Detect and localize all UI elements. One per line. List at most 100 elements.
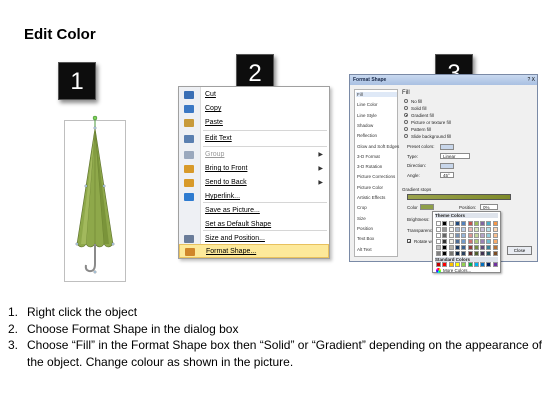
rotate-checkbox[interactable]: ✓	[407, 239, 411, 244]
menu-item-send-to-back[interactable]: Send to Back ▶	[179, 176, 329, 190]
color-swatch[interactable]	[436, 233, 441, 238]
nav-item-size[interactable]: Size	[357, 216, 366, 221]
color-swatch[interactable]	[480, 245, 486, 250]
color-swatch[interactable]	[454, 227, 460, 232]
window-buttons[interactable]: ? X	[527, 76, 535, 84]
standard-color-swatch[interactable]	[492, 262, 498, 267]
nav-item-shadow[interactable]: Shadow	[357, 123, 373, 128]
color-swatch[interactable]	[442, 233, 448, 238]
color-swatch[interactable]	[486, 233, 492, 238]
nav-item-3-d-format[interactable]: 3-D Format	[357, 154, 380, 159]
standard-color-swatch[interactable]	[436, 262, 441, 267]
field-control-type[interactable]: Linear	[440, 153, 470, 159]
standard-color-swatch[interactable]	[448, 262, 454, 267]
menu-item-bring-to-front[interactable]: Bring to Front ▶	[179, 162, 329, 176]
color-swatch[interactable]	[448, 227, 454, 232]
menu-item-save-as-picture[interactable]: Save as Picture...	[179, 204, 329, 218]
color-swatch[interactable]	[492, 251, 498, 256]
menu-item-hyperlink[interactable]: Hyperlink...	[179, 190, 329, 204]
color-swatch[interactable]	[436, 239, 441, 244]
menu-item-copy[interactable]: Copy	[179, 102, 329, 116]
color-swatch[interactable]	[492, 239, 498, 244]
nav-item-alt-text[interactable]: Alt Text	[357, 247, 372, 252]
standard-color-swatch[interactable]	[454, 262, 460, 267]
color-swatch[interactable]	[473, 245, 479, 250]
color-swatch[interactable]	[486, 245, 492, 250]
color-swatch[interactable]	[448, 233, 454, 238]
color-swatch[interactable]	[492, 245, 498, 250]
nav-item-reflection[interactable]: Reflection	[357, 133, 377, 138]
color-swatch[interactable]	[454, 233, 460, 238]
color-swatch[interactable]	[486, 221, 492, 226]
position-input[interactable]: 0%	[480, 204, 498, 210]
color-swatch[interactable]	[473, 239, 479, 244]
nav-item-picture-corrections[interactable]: Picture Corrections	[357, 174, 395, 179]
standard-color-swatch[interactable]	[486, 262, 492, 267]
color-swatch[interactable]	[442, 251, 448, 256]
nav-item-artistic-effects[interactable]: Artistic Effects	[357, 195, 385, 200]
color-swatch[interactable]	[448, 245, 454, 250]
fill-radio-solid-fill[interactable]	[404, 106, 408, 110]
color-swatch[interactable]	[436, 251, 441, 256]
field-control-angle[interactable]: 45°	[440, 172, 454, 178]
color-swatch[interactable]	[473, 221, 479, 226]
color-swatch[interactable]	[486, 239, 492, 244]
nav-item-text-box[interactable]: Text Box	[357, 236, 374, 241]
color-swatch[interactable]	[461, 245, 467, 250]
fill-radio-pattern-fill[interactable]	[404, 127, 408, 131]
color-swatch[interactable]	[492, 227, 498, 232]
color-swatch[interactable]	[467, 251, 473, 256]
fill-radio-slide-background-fill[interactable]	[404, 134, 408, 138]
field-control-direction[interactable]	[440, 162, 454, 169]
menu-item-format-shape[interactable]: Format Shape...	[179, 244, 329, 258]
color-swatch[interactable]	[480, 251, 486, 256]
color-swatch[interactable]	[436, 221, 441, 226]
color-picker-button[interactable]	[420, 204, 434, 210]
color-swatch[interactable]	[473, 251, 479, 256]
color-swatch[interactable]	[448, 251, 454, 256]
standard-color-swatch[interactable]	[467, 262, 473, 267]
color-swatch[interactable]	[467, 221, 473, 226]
gradient-stops-bar[interactable]	[407, 194, 511, 200]
fill-radio-no-fill[interactable]	[404, 99, 408, 103]
color-swatch[interactable]	[480, 227, 486, 232]
color-swatch[interactable]	[486, 227, 492, 232]
nav-item-picture-color[interactable]: Picture Color	[357, 185, 383, 190]
standard-color-swatch[interactable]	[473, 262, 479, 267]
nav-item-glow-and-soft-edges[interactable]: Glow and Soft Edges	[357, 144, 399, 149]
fill-radio-gradient-fill[interactable]	[404, 113, 408, 117]
color-swatch[interactable]	[442, 245, 448, 250]
umbrella-shape[interactable]	[64, 112, 128, 284]
color-swatch[interactable]	[461, 227, 467, 232]
color-swatch[interactable]	[442, 221, 448, 226]
color-swatch[interactable]	[480, 239, 486, 244]
color-swatch[interactable]	[448, 239, 454, 244]
color-swatch[interactable]	[436, 245, 441, 250]
color-swatch[interactable]	[448, 221, 454, 226]
standard-color-swatch[interactable]	[461, 262, 467, 267]
menu-item-edit-text[interactable]: Edit Text	[179, 132, 329, 146]
standard-color-swatch[interactable]	[442, 262, 448, 267]
color-swatch[interactable]	[454, 239, 460, 244]
fill-radio-picture-or-texture-fill[interactable]	[404, 120, 408, 124]
color-swatch[interactable]	[467, 239, 473, 244]
color-swatch[interactable]	[473, 233, 479, 238]
nav-item-fill[interactable]: Fill	[356, 92, 397, 97]
nav-item-3-d-rotation[interactable]: 3-D Rotation	[357, 164, 382, 169]
color-swatch[interactable]	[442, 239, 448, 244]
field-control-preset-colors[interactable]	[440, 143, 454, 150]
nav-item-line-style[interactable]: Line Style	[357, 113, 377, 118]
menu-item-paste[interactable]: Paste	[179, 116, 329, 130]
color-swatch[interactable]	[473, 227, 479, 232]
color-swatch[interactable]	[480, 233, 486, 238]
color-swatch[interactable]	[486, 251, 492, 256]
color-swatch[interactable]	[454, 251, 460, 256]
menu-item-cut[interactable]: Cut	[179, 88, 329, 102]
nav-item-position[interactable]: Position	[357, 226, 373, 231]
color-swatch[interactable]	[461, 233, 467, 238]
nav-item-crop[interactable]: Crop	[357, 205, 367, 210]
color-swatch[interactable]	[454, 245, 460, 250]
color-swatch[interactable]	[461, 251, 467, 256]
color-swatch[interactable]	[467, 245, 473, 250]
color-swatch[interactable]	[454, 221, 460, 226]
